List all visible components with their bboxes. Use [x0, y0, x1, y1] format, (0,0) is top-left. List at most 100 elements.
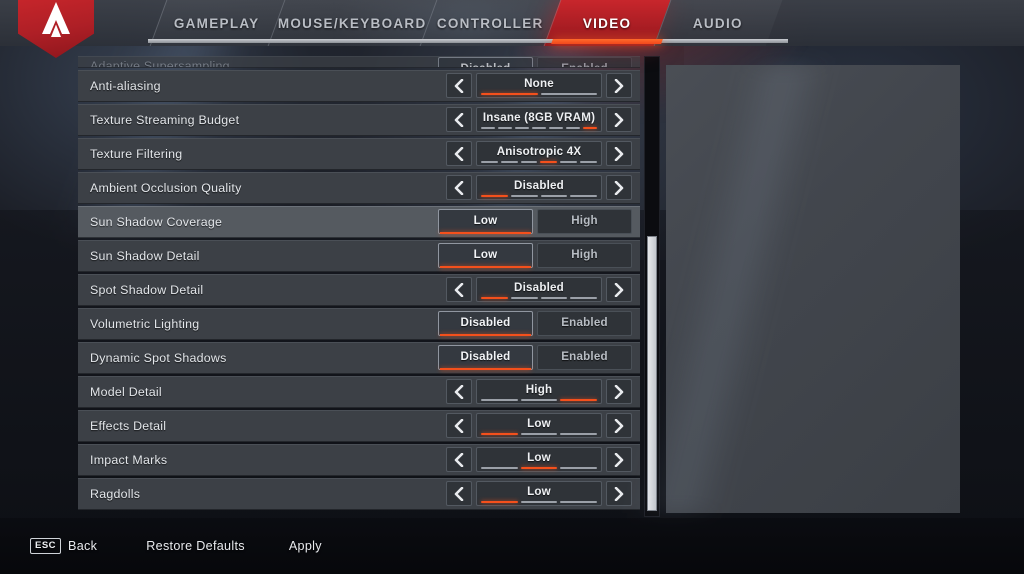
setting-value: Insane (8GB VRAM): [482, 111, 596, 125]
level-segment: [560, 398, 598, 402]
setting-label: Ragdolls: [90, 486, 141, 501]
tab-label: CONTROLLER: [436, 15, 544, 31]
toggle-option[interactable]: Disabled: [438, 57, 533, 67]
level-segment: [481, 126, 495, 130]
level-segment: [481, 194, 508, 198]
level-segment: [520, 432, 558, 436]
setting-row[interactable]: Ragdolls Low: [78, 477, 640, 510]
toggle-option[interactable]: High: [537, 209, 632, 235]
chevron-left-icon[interactable]: [446, 73, 472, 99]
setting-control: Low: [446, 481, 640, 507]
setting-level-indicator: [481, 432, 598, 436]
chevron-left-icon[interactable]: [446, 175, 472, 201]
setting-value-box[interactable]: Anisotropic 4X: [476, 141, 602, 167]
chevron-right-icon[interactable]: [606, 107, 632, 133]
chevron-right-icon[interactable]: [606, 481, 632, 507]
chevron-right-icon[interactable]: [606, 73, 632, 99]
footer-action-bar: ESC Back Restore Defaults Apply: [0, 518, 1024, 574]
level-segment: [532, 126, 546, 130]
setting-value-box[interactable]: High: [476, 379, 602, 405]
chevron-left-icon[interactable]: [446, 379, 472, 405]
toggle-option-label: Enabled: [561, 63, 608, 67]
toggle-option[interactable]: Enabled: [537, 57, 632, 67]
setting-value: Low: [527, 417, 551, 431]
chevron-left-icon[interactable]: [446, 277, 472, 303]
setting-value-box[interactable]: None: [476, 73, 602, 99]
level-segment: [540, 194, 568, 198]
chevron-right-icon[interactable]: [606, 277, 632, 303]
video-settings-list[interactable]: Adaptive Supersampling Disabled Enabled Ant…: [78, 56, 640, 517]
chevron-left-icon[interactable]: [446, 107, 472, 133]
setting-control: Insane (8GB VRAM): [446, 107, 640, 133]
chevron-left-icon[interactable]: [446, 447, 472, 473]
setting-row[interactable]: Effects Detail Low: [78, 409, 640, 442]
chevron-left-icon[interactable]: [446, 481, 472, 507]
chevron-left-icon[interactable]: [446, 141, 472, 167]
toggle-option-label: Disabled: [460, 315, 511, 329]
chevron-right-icon[interactable]: [606, 141, 632, 167]
chevron-left-icon[interactable]: [446, 413, 472, 439]
tab-label: GAMEPLAY: [174, 15, 260, 31]
toggle-option[interactable]: Low: [438, 243, 533, 269]
toggle-option[interactable]: Low: [438, 209, 533, 235]
setting-value-box[interactable]: Disabled: [476, 175, 602, 201]
setting-value-box[interactable]: Disabled: [476, 277, 602, 303]
restore-defaults-button[interactable]: Restore Defaults: [146, 539, 245, 553]
chevron-right-icon[interactable]: [606, 379, 632, 405]
setting-control: Low High: [438, 209, 640, 235]
setting-label: Volumetric Lighting: [90, 316, 200, 331]
level-segment: [520, 466, 558, 470]
setting-row[interactable]: Sun Shadow Detail Low High: [78, 239, 640, 272]
setting-level-indicator: [481, 296, 597, 300]
setting-value: High: [525, 383, 553, 397]
toggle-option[interactable]: Disabled: [438, 311, 533, 337]
setting-row[interactable]: Texture Streaming Budget Insane (8GB VRAM…: [78, 103, 640, 136]
level-segment: [540, 296, 568, 300]
setting-value: Disabled: [514, 179, 564, 193]
toggle-option-label: Disabled: [461, 63, 511, 67]
setting-row[interactable]: Dynamic Spot Shadows Disabled Enabled: [78, 341, 640, 374]
setting-value: Low: [527, 485, 551, 499]
toggle-option[interactable]: Enabled: [537, 345, 632, 371]
toggle-option[interactable]: Enabled: [537, 311, 632, 337]
setting-row[interactable]: Model Detail High: [78, 375, 640, 408]
setting-row[interactable]: Sun Shadow Coverage Low High: [78, 205, 640, 238]
level-segment: [510, 194, 538, 198]
chevron-right-icon[interactable]: [606, 413, 632, 439]
setting-row[interactable]: Texture Filtering Anisotropic 4X: [78, 137, 640, 170]
setting-value-box[interactable]: Low: [476, 413, 602, 439]
chevron-right-icon[interactable]: [606, 175, 632, 201]
setting-row[interactable]: Adaptive Supersampling Disabled Enabled: [78, 56, 640, 68]
setting-row[interactable]: Spot Shadow Detail Disabled: [78, 273, 640, 306]
setting-value: None: [524, 77, 554, 91]
setting-value-box[interactable]: Low: [476, 481, 602, 507]
apply-label: Apply: [288, 539, 322, 553]
back-button[interactable]: ESC Back: [30, 538, 97, 554]
active-tab-underline: [551, 39, 663, 44]
level-segment: [481, 466, 518, 470]
setting-row[interactable]: Ambient Occlusion Quality Disabled: [78, 171, 640, 204]
chevron-right-icon[interactable]: [606, 447, 632, 473]
setting-control: Disabled: [446, 175, 640, 201]
setting-value-box[interactable]: Insane (8GB VRAM): [476, 107, 602, 133]
setting-label: Ambient Occlusion Quality: [90, 180, 242, 195]
level-segment: [540, 92, 597, 96]
level-segment: [520, 160, 538, 164]
setting-row[interactable]: Volumetric Lighting Disabled Enabled: [78, 307, 640, 340]
level-segment: [481, 92, 538, 96]
toggle-option-label: Low: [473, 247, 498, 261]
apply-button[interactable]: Apply: [289, 539, 322, 553]
setting-control: Low: [446, 413, 640, 439]
setting-control: Disabled Enabled: [438, 345, 640, 371]
setting-value-box[interactable]: Low: [476, 447, 602, 473]
setting-level-indicator: [481, 126, 597, 130]
setting-row[interactable]: Impact Marks Low: [78, 443, 640, 476]
level-segment: [498, 126, 512, 130]
setting-row[interactable]: Anti-aliasing None: [78, 69, 640, 102]
setting-value: Disabled: [514, 281, 564, 295]
level-segment: [560, 432, 598, 436]
setting-control: Disabled Enabled: [438, 311, 640, 337]
toggle-option[interactable]: Disabled: [438, 345, 533, 371]
setting-level-indicator: [481, 92, 597, 96]
toggle-option[interactable]: High: [537, 243, 632, 269]
